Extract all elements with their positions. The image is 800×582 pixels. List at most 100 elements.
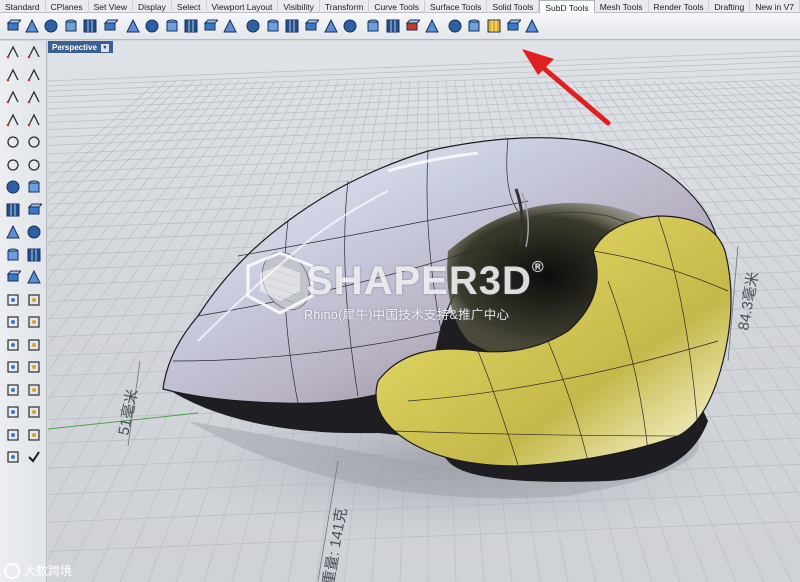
subd-pyramid-icon[interactable] [43,18,60,35]
subd-crease-icon[interactable] [384,18,401,35]
subd-fill-icon[interactable] [342,18,359,35]
perspective-viewport[interactable]: Perspective ▾ 51毫米 84.3毫米 重量: 141克 SHAPE… [48,41,800,582]
lock-icon[interactable] [4,381,22,399]
mirror-icon[interactable] [25,358,43,376]
mesh-icon[interactable] [4,246,22,264]
curve-icon[interactable] [25,66,43,84]
subd-pipe-icon[interactable] [163,18,180,35]
layer-icon[interactable] [4,403,22,421]
footer-brand-text: 大数跨境 [24,564,73,578]
point-icon[interactable] [25,43,43,61]
select-arrow-icon[interactable] [4,43,22,61]
block-icon[interactable] [4,336,22,354]
tab-standard[interactable]: Standard [0,0,46,13]
subd-box-icon[interactable] [4,18,21,35]
polyline-icon[interactable] [4,66,22,84]
subd-cone-icon[interactable] [24,18,41,35]
subd-revolve-icon[interactable] [264,18,281,35]
subd-symmetry-icon[interactable] [505,18,522,35]
subd-sweep-icon[interactable] [283,18,300,35]
left-sidebar-toolbar [0,41,47,582]
subd-merge-icon[interactable] [365,18,382,35]
subd-ellipsoid-icon[interactable] [124,18,141,35]
subd-cylinder-icon[interactable] [62,18,79,35]
watermark-title: SHAPER3D® [306,259,545,304]
copy-icon[interactable] [25,291,43,309]
move-icon[interactable] [4,291,22,309]
rectangle-icon[interactable] [4,133,22,151]
left-toolbar-row [0,131,46,154]
subd-torus-icon[interactable] [144,18,161,35]
subd-toolbar [0,13,800,40]
left-toolbar-row [0,266,46,289]
ellipse-icon[interactable] [4,111,22,129]
tab-curve-tools[interactable]: Curve Tools [369,0,426,13]
boolean-icon[interactable] [4,223,22,241]
subd-grid-icon[interactable] [202,18,219,35]
gear-icon[interactable] [4,448,22,466]
watermark-subtitle: Rhino(犀牛)中国技术支持&推广中心 [304,308,510,322]
tab-display[interactable]: Display [133,0,172,13]
properties-icon[interactable] [25,448,43,466]
render-icon[interactable] [25,403,43,421]
tab-solid-tools[interactable]: Solid Tools [487,0,540,13]
tab-new-in-v7[interactable]: New in V7 [750,0,800,13]
left-toolbar-row [0,176,46,199]
tab-drafting[interactable]: Drafting [709,0,751,13]
viewport-title-tab[interactable]: Perspective ▾ [48,41,113,53]
left-toolbar-row [0,109,46,132]
cylinder-icon[interactable] [4,201,22,219]
tab-surface-tools[interactable]: Surface Tools [425,0,488,13]
text-icon[interactable] [4,313,22,331]
polygon-icon[interactable] [25,111,43,129]
left-toolbar-row [0,446,46,469]
subd-sphere-icon[interactable] [82,18,99,35]
tab-visibility[interactable]: Visibility [278,0,320,13]
circle-icon[interactable] [4,88,22,106]
subd-loft-icon[interactable] [245,18,262,35]
subd-convert-icon[interactable] [423,18,440,35]
tab-render-tools[interactable]: Render Tools [649,0,710,13]
subd-smooth-icon[interactable] [466,18,483,35]
footer-brand: 大数跨境 [4,562,72,579]
subd-plane-icon[interactable] [101,18,118,35]
tab-mesh-tools[interactable]: Mesh Tools [595,0,649,13]
hide-icon[interactable] [25,381,43,399]
split-icon[interactable] [25,268,43,286]
subd-extrude-icon[interactable] [221,18,238,35]
subd-box-mode-icon[interactable] [485,18,502,35]
subd-flat-icon[interactable] [446,18,463,35]
tab-set-view[interactable]: Set View [89,0,134,13]
tab-cplanes[interactable]: CPlanes [46,0,89,13]
sphere-icon[interactable] [25,178,43,196]
group-icon[interactable] [25,336,43,354]
fillet-icon[interactable] [25,223,43,241]
tab-viewport-layout[interactable]: Viewport Layout [207,0,279,13]
subd-tube-icon[interactable] [303,18,320,35]
arc-icon[interactable] [25,88,43,106]
box-icon[interactable] [4,178,22,196]
trim-icon[interactable] [4,268,22,286]
tab-subd-tools[interactable]: SubD Tools [539,0,595,13]
freeform-icon[interactable] [25,133,43,151]
material-icon[interactable] [4,426,22,444]
subd-options-icon[interactable] [524,18,541,35]
left-toolbar-row [0,311,46,334]
subd-bridge-icon[interactable] [322,18,339,35]
surface-icon[interactable] [4,156,22,174]
check-icon[interactable] [25,426,43,444]
left-toolbar-row [0,221,46,244]
tab-transform[interactable]: Transform [320,0,370,13]
left-toolbar-row [0,289,46,312]
left-toolbar-row [0,64,46,87]
extrude-icon[interactable] [25,201,43,219]
viewport-dropdown-icon[interactable]: ▾ [100,43,109,52]
array-icon[interactable] [4,358,22,376]
subd-mesh-icon[interactable] [183,18,200,35]
watermark-registered: ® [531,259,545,276]
subd-icon[interactable] [25,246,43,264]
edge-surface-icon[interactable] [25,156,43,174]
dimension-icon[interactable] [25,313,43,331]
subd-display-icon[interactable] [404,18,421,35]
tab-select[interactable]: Select [172,0,207,13]
